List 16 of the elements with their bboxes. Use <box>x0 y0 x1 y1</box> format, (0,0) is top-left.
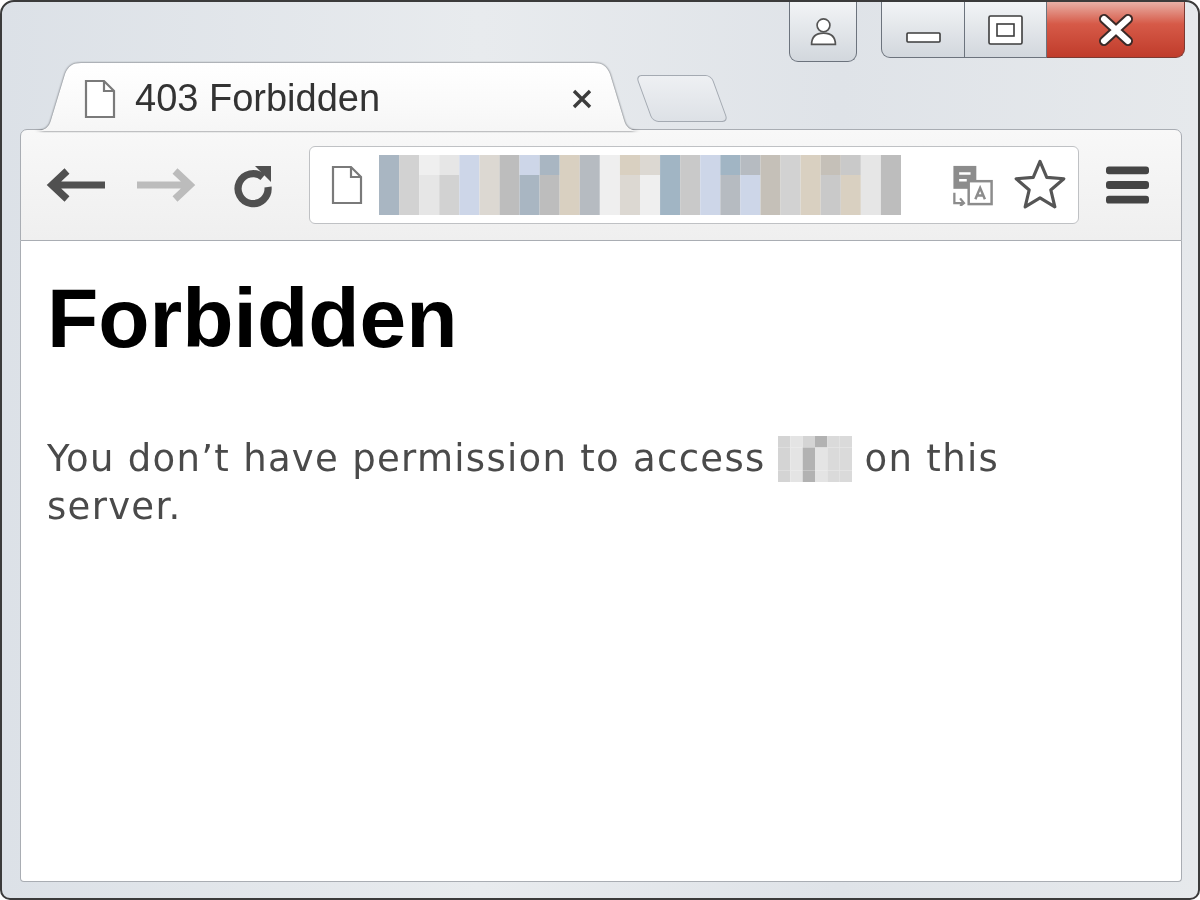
translate-icon[interactable] <box>951 164 994 206</box>
person-icon <box>809 17 837 46</box>
maximize-button[interactable] <box>965 2 1047 58</box>
maximize-icon <box>988 14 1023 45</box>
menu-icon[interactable] <box>1106 165 1149 205</box>
message-text: You don’t have permission to access <box>47 436 766 482</box>
close-icon <box>1097 13 1134 46</box>
minimize-icon <box>905 32 941 43</box>
address-field[interactable] <box>309 146 1079 224</box>
message-text: on this <box>864 436 1000 482</box>
profile-button[interactable] <box>789 2 857 62</box>
message-text: server. <box>47 484 182 530</box>
page-heading: Forbidden <box>47 276 459 360</box>
page-icon <box>83 78 117 119</box>
window-close-button[interactable] <box>1047 2 1185 58</box>
minimize-button[interactable] <box>881 2 965 58</box>
